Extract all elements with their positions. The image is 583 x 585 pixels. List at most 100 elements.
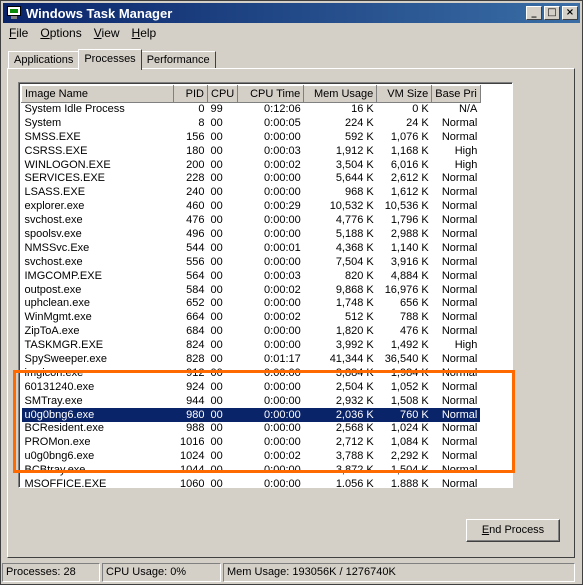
cell-image-name: MSOFFICE.EXE [24, 477, 107, 488]
cell-image-name: ZipToA.exe [24, 325, 80, 338]
cell-image-name: SMSS.EXE [24, 130, 81, 143]
process-row[interactable]: explorer.exe 460 00 0:00:29 10,532 K 10,536 K… [22, 200, 481, 214]
minimize-button[interactable]: _ [526, 6, 542, 20]
process-row[interactable]: MSOFFICE.EXE 1060 00 0:00:00 1,056 K 1,888 K N… [22, 477, 481, 488]
cell-image-name: svchost.exe [24, 214, 83, 227]
menu-options[interactable]: Options [34, 26, 87, 40]
tab-processes[interactable]: Processes [78, 49, 142, 70]
cell-base-pri: Normal [441, 477, 478, 488]
process-row[interactable]: SpySweeper.exe 828 00 0:01:17 41,344 K 36,540… [22, 353, 481, 367]
cell-image-name: System Idle Process [24, 103, 125, 116]
cell-pid: 824 [186, 339, 205, 352]
menu-file[interactable]: File [3, 26, 34, 40]
process-row[interactable]: BCBtray.exe 1044 00 0:00:00 3,872 K 1,504 K No… [22, 464, 481, 478]
cell-image-name: WinMgmt.exe [24, 311, 92, 324]
cell-cpu-time: 0:00:00 [237, 408, 304, 422]
process-row[interactable]: u0g0bng6.exe 980 00 0:00:00 2,036 K 760 K Norm… [21, 408, 481, 422]
cell-mem-usage: 3,788 K [335, 450, 374, 463]
window-title: Windows Task Manager [26, 5, 173, 21]
cell-image-name: u0g0bng6.exe [24, 450, 95, 463]
col-pid[interactable]: PID [173, 85, 208, 103]
cell-cpu: 00 [207, 408, 238, 422]
status-processes: Processes: 28 [2, 563, 100, 582]
cell-base-pri: Normal [441, 283, 478, 296]
cell-cpu: 00 [210, 214, 223, 227]
cell-image-name: PROMon.exe [24, 436, 91, 449]
process-row[interactable]: SMSS.EXE 156 00 0:00:00 592 K 1,076 K Normal [22, 130, 481, 144]
process-row[interactable]: imgicon.exe 912 00 0:00:00 3,884 K 1,984 K Nor… [22, 366, 481, 380]
cell-vm-size: 1,984 K [390, 366, 429, 379]
cell-cpu: 00 [210, 130, 223, 143]
cell-image-name: LSASS.EXE [24, 186, 86, 199]
process-row[interactable]: spoolsv.exe 496 00 0:00:00 5,188 K 2,988 K Nor… [22, 228, 481, 242]
process-row[interactable]: LSASS.EXE 240 00 0:00:00 968 K 1,612 K Normal [22, 186, 481, 200]
title-bar[interactable]: Windows Task Manager _ □ × [3, 3, 580, 23]
col-image-name[interactable]: Image Name [21, 85, 174, 103]
cell-pid: 652 [186, 297, 205, 310]
cell-cpu-time: 0:00:00 [264, 394, 301, 407]
cell-base-pri: Normal [441, 436, 478, 449]
cell-cpu: 00 [210, 283, 223, 296]
process-row[interactable]: SMTray.exe 944 00 0:00:00 2,932 K 1,508 K Norm… [22, 394, 481, 408]
cell-base-pri: Normal [441, 241, 478, 254]
col-vm-size[interactable]: VM Size [376, 85, 433, 103]
process-row[interactable]: PROMon.exe 1016 00 0:00:00 2,712 K 1,084 K Nor… [22, 436, 481, 450]
col-mem-usage[interactable]: Mem Usage [303, 85, 378, 103]
menu-view[interactable]: View [88, 26, 126, 40]
cell-mem-usage: 3,884 K [335, 366, 374, 379]
process-row[interactable]: WINLOGON.EXE 200 00 0:00:02 3,504 K 6,016 K Hi… [22, 158, 481, 172]
cell-cpu: 00 [210, 450, 223, 463]
process-row[interactable]: svchost.exe 556 00 0:00:00 7,504 K 3,916 K Nor… [22, 255, 481, 269]
process-row[interactable]: CSRSS.EXE 180 00 0:00:03 1,912 K 1,168 K High [22, 144, 481, 158]
cell-vm-size: 1,052 K [390, 380, 429, 393]
cell-mem-usage: 41,344 K [329, 352, 374, 365]
process-row[interactable]: uphclean.exe 652 00 0:00:00 1,748 K 656 K Norm… [22, 297, 481, 311]
process-row[interactable]: TASKMGR.EXE 824 00 0:00:00 3,992 K 1,492 K Hig… [22, 339, 481, 353]
process-row[interactable]: SERVICES.EXE 228 00 0:00:00 5,644 K 2,612 K No… [22, 172, 481, 186]
cell-cpu: 99 [210, 103, 223, 116]
cell-mem-usage: 1,820 K [335, 325, 374, 338]
cell-vm-size: 10,536 K [384, 200, 429, 213]
cell-image-name: 60131240.exe [24, 380, 95, 393]
cell-cpu-time: 0:00:02 [264, 158, 301, 171]
maximize-button[interactable]: □ [544, 6, 560, 20]
process-row[interactable]: ZipToA.exe 684 00 0:00:00 1,820 K 476 K Normal [22, 325, 481, 339]
process-row[interactable]: System 8 00 0:00:05 224 K 24 K Normal [22, 116, 481, 130]
cell-image-name: spoolsv.exe [24, 227, 82, 240]
tab-performance[interactable]: Performance [140, 51, 216, 69]
cell-cpu: 00 [210, 186, 223, 199]
menu-help[interactable]: Help [126, 26, 163, 40]
cell-base-pri: Normal [441, 311, 478, 324]
cell-base-pri: Normal [441, 172, 478, 185]
cell-pid: 944 [186, 394, 205, 407]
cell-mem-usage: 9,868 K [335, 283, 374, 296]
process-row[interactable]: IMGCOMP.EXE 564 00 0:00:03 820 K 4,884 K Norma… [22, 269, 481, 283]
cell-cpu-time: 0:00:03 [264, 144, 301, 157]
cell-pid: 924 [186, 380, 205, 393]
process-row[interactable]: WinMgmt.exe 664 00 0:00:02 512 K 788 K Normal [22, 311, 481, 325]
cell-cpu-time: 0:00:00 [264, 422, 301, 435]
process-row[interactable]: svchost.exe 476 00 0:00:00 4,776 K 1,796 K Nor… [22, 214, 481, 228]
cell-cpu-time: 0:12:06 [264, 103, 301, 116]
cell-cpu: 00 [210, 366, 223, 379]
cell-pid: 1044 [180, 464, 205, 477]
cell-vm-size: 476 K [399, 325, 429, 338]
end-process-button[interactable]: End Process [466, 519, 560, 542]
process-row[interactable]: BCResident.exe 988 00 0:00:00 2,568 K 1,024 K… [22, 422, 481, 436]
tab-applications[interactable]: Applications [8, 51, 80, 69]
col-base-pri[interactable]: Base Pri [431, 85, 481, 103]
cell-cpu: 00 [210, 144, 223, 157]
cell-base-pri: High [454, 144, 478, 157]
process-row[interactable]: u0g0bng6.exe 1024 00 0:00:02 3,788 K 2,292 K N… [22, 450, 481, 464]
close-button[interactable]: × [562, 6, 578, 20]
process-row[interactable]: NMSSvc.Exe 544 00 0:00:01 4,368 K 1,140 K Norm… [22, 241, 481, 255]
process-row[interactable]: System Idle Process 0 99 0:12:06 16 K 0 K N/A [22, 103, 481, 117]
process-list[interactable]: Image Name PID CPU CPU Time Mem Usage VM… [18, 82, 513, 488]
col-cpu[interactable]: CPU [206, 85, 239, 103]
cell-cpu: 00 [210, 116, 223, 129]
col-cpu-time[interactable]: CPU Time [237, 85, 305, 103]
cell-pid: 496 [186, 227, 205, 240]
process-row[interactable]: 60131240.exe 924 00 0:00:00 2,504 K 1,052 K No… [22, 380, 481, 394]
process-row[interactable]: outpost.exe 584 00 0:00:02 9,868 K 16,976 K No… [22, 283, 481, 297]
cell-cpu-time: 0:00:00 [264, 214, 301, 227]
